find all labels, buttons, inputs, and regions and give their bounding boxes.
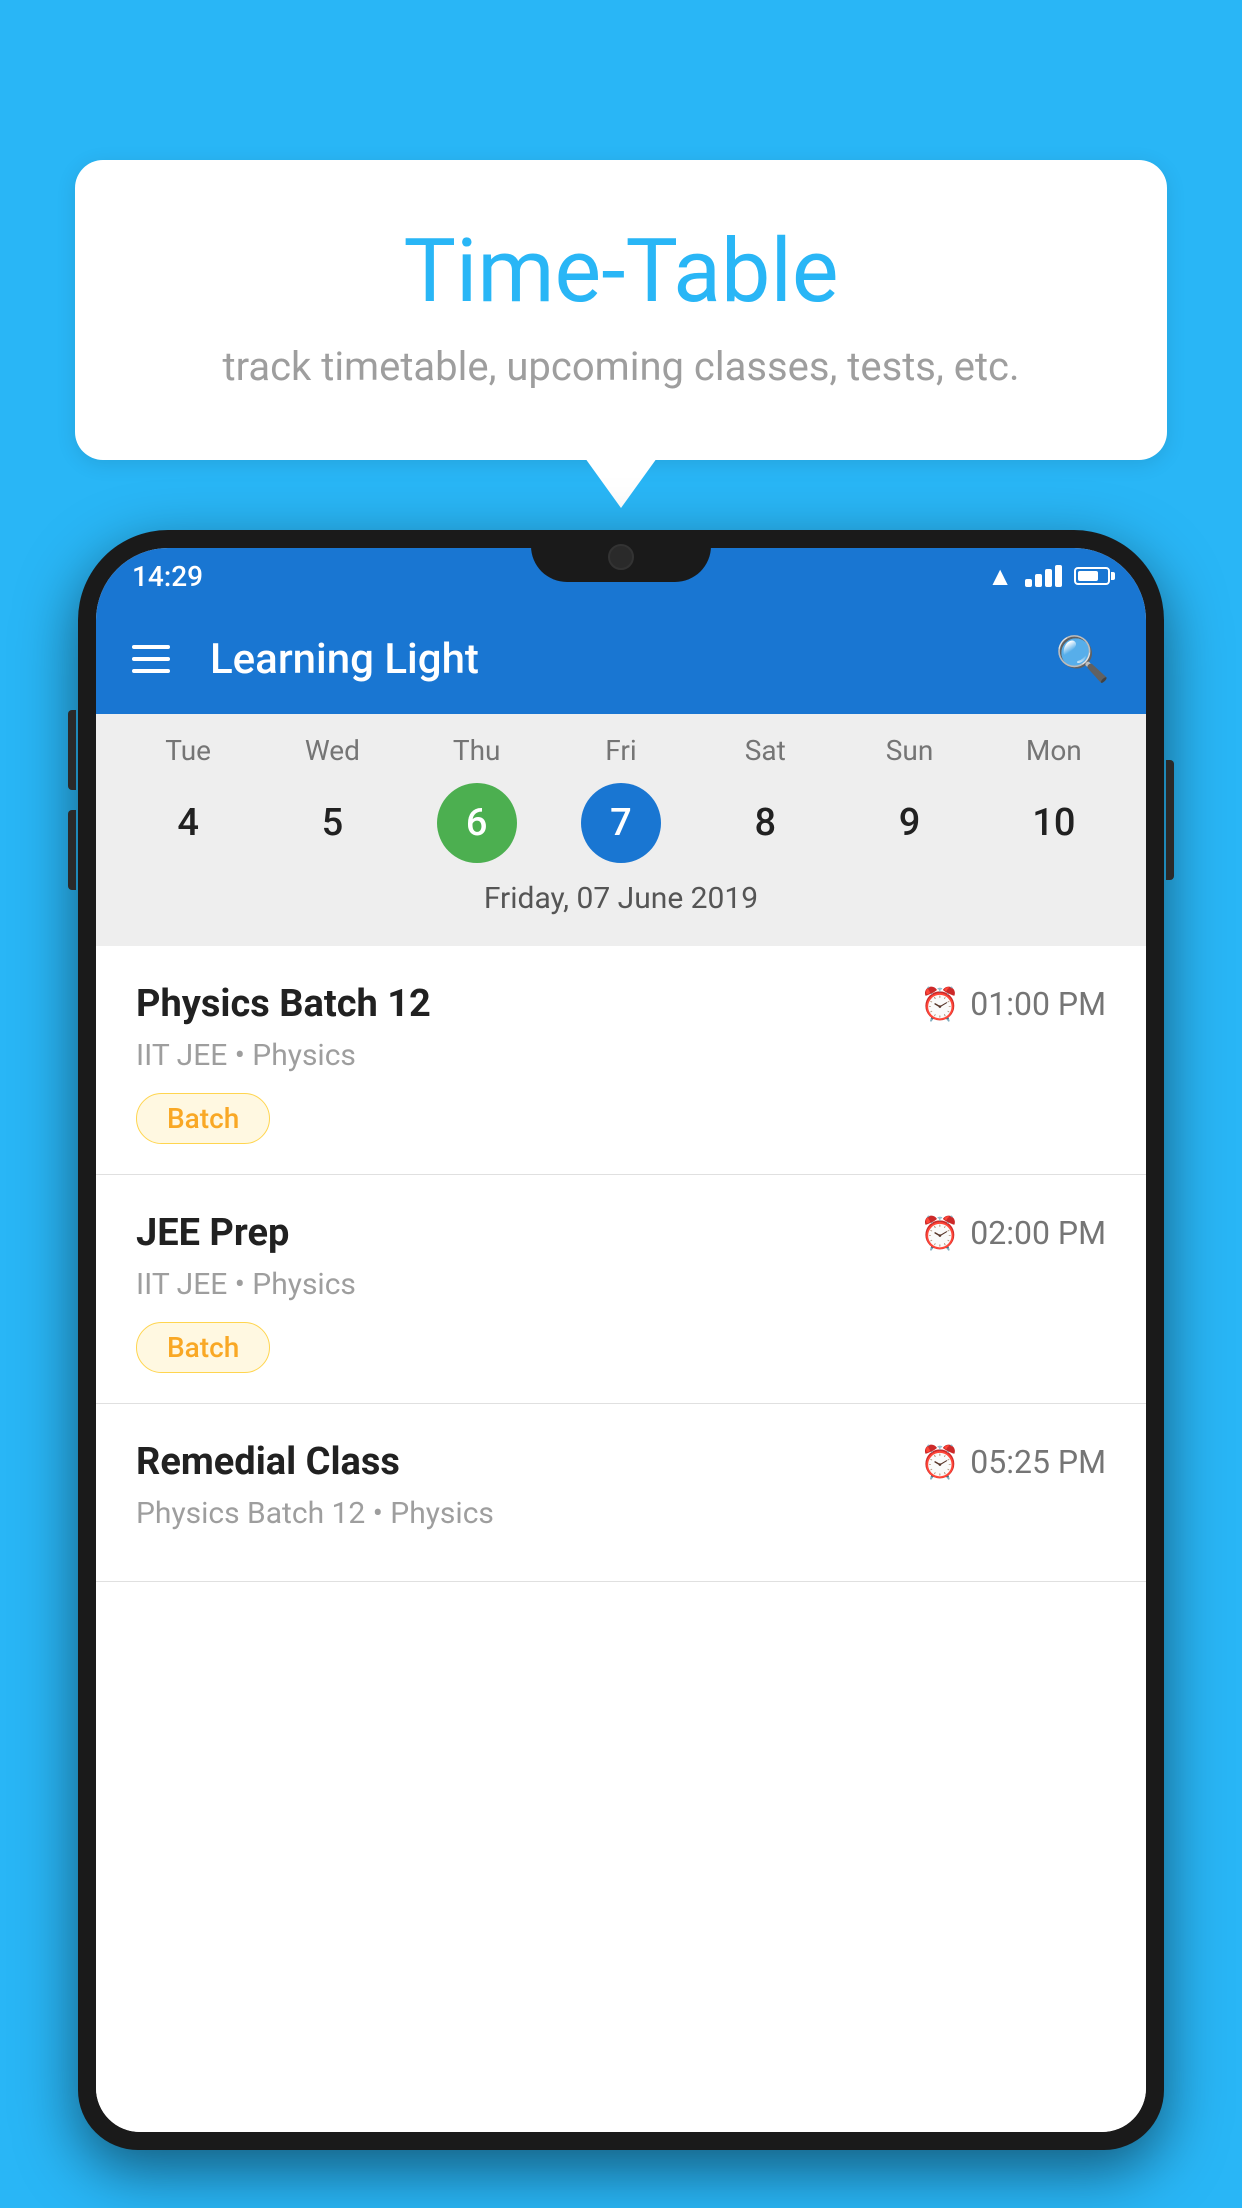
clock-icon-2: ⏰	[920, 1214, 960, 1252]
day-sun: Sun	[860, 734, 960, 767]
calendar-strip: Tue Wed Thu Fri Sat Sun Mon 4 5 6 7	[96, 714, 1146, 946]
time-value-1: 01:00 PM	[970, 985, 1106, 1023]
schedule-item-2[interactable]: JEE Prep ⏰ 02:00 PM IIT JEE • Physics Ba…	[96, 1175, 1146, 1404]
date-9[interactable]: 9	[870, 783, 950, 863]
wifi-icon: ▲	[987, 561, 1013, 592]
schedule-list: Physics Batch 12 ⏰ 01:00 PM IIT JEE • Ph…	[96, 946, 1146, 2132]
clock-icon-3: ⏰	[920, 1443, 960, 1481]
date-6-today[interactable]: 6	[437, 783, 517, 863]
phone-screen: 14:29 ▲	[96, 548, 1146, 2132]
date-8[interactable]: 8	[725, 783, 805, 863]
calendar-dates-row: 4 5 6 7 8 9 10	[96, 783, 1146, 863]
calendar-days-row: Tue Wed Thu Fri Sat Sun Mon	[96, 734, 1146, 767]
schedule-title-1: Physics Batch 12	[136, 982, 431, 1026]
date-7-selected[interactable]: 7	[581, 783, 661, 863]
bubble-title: Time-Table	[155, 220, 1087, 323]
time-value-2: 02:00 PM	[970, 1214, 1106, 1252]
schedule-subtitle-1: IIT JEE • Physics	[136, 1038, 1106, 1073]
phone-notch	[531, 530, 711, 582]
schedule-item-header-1: Physics Batch 12 ⏰ 01:00 PM	[136, 982, 1106, 1026]
hamburger-line-2	[132, 657, 170, 661]
status-icons: ▲	[987, 561, 1110, 592]
schedule-item-3[interactable]: Remedial Class ⏰ 05:25 PM Physics Batch …	[96, 1404, 1146, 1582]
day-fri: Fri	[571, 734, 671, 767]
phone-camera	[608, 544, 634, 570]
screen-content: Tue Wed Thu Fri Sat Sun Mon 4 5 6 7	[96, 714, 1146, 2132]
hamburger-line-1	[132, 645, 170, 649]
day-mon: Mon	[1004, 734, 1104, 767]
schedule-title-2: JEE Prep	[136, 1211, 289, 1255]
day-sat: Sat	[715, 734, 815, 767]
selected-date-label: Friday, 07 June 2019	[96, 863, 1146, 926]
time-value-3: 05:25 PM	[970, 1443, 1106, 1481]
schedule-subtitle-2: IIT JEE • Physics	[136, 1267, 1106, 1302]
schedule-subtitle-3: Physics Batch 12 • Physics	[136, 1496, 1106, 1531]
phone-outer: 14:29 ▲	[78, 530, 1164, 2150]
status-time: 14:29	[132, 560, 203, 593]
schedule-time-2: ⏰ 02:00 PM	[920, 1214, 1106, 1252]
schedule-time-3: ⏰ 05:25 PM	[920, 1443, 1106, 1481]
date-5[interactable]: 5	[292, 783, 372, 863]
day-tue: Tue	[138, 734, 238, 767]
search-icon[interactable]: 🔍	[1055, 633, 1110, 685]
day-wed: Wed	[282, 734, 382, 767]
phone-power	[1166, 760, 1174, 880]
phone-volume-up	[68, 710, 76, 790]
batch-badge-1: Batch	[136, 1093, 270, 1144]
hamburger-line-3	[132, 669, 170, 673]
phone-wrapper: 14:29 ▲	[78, 530, 1164, 2208]
hamburger-icon[interactable]	[132, 645, 170, 673]
schedule-time-1: ⏰ 01:00 PM	[920, 985, 1106, 1023]
batch-badge-2: Batch	[136, 1322, 270, 1373]
battery-icon	[1074, 567, 1110, 585]
date-4[interactable]: 4	[148, 783, 228, 863]
schedule-item-header-2: JEE Prep ⏰ 02:00 PM	[136, 1211, 1106, 1255]
speech-bubble: Time-Table track timetable, upcoming cla…	[75, 160, 1167, 460]
battery-fill	[1078, 571, 1098, 581]
speech-bubble-area: Time-Table track timetable, upcoming cla…	[75, 160, 1167, 460]
schedule-item-1[interactable]: Physics Batch 12 ⏰ 01:00 PM IIT JEE • Ph…	[96, 946, 1146, 1175]
date-10[interactable]: 10	[1014, 783, 1094, 863]
day-thu: Thu	[427, 734, 527, 767]
app-bar: Learning Light 🔍	[96, 604, 1146, 714]
bubble-subtitle: track timetable, upcoming classes, tests…	[155, 343, 1087, 390]
schedule-title-3: Remedial Class	[136, 1440, 400, 1484]
schedule-item-header-3: Remedial Class ⏰ 05:25 PM	[136, 1440, 1106, 1484]
app-title: Learning Light	[210, 635, 1055, 684]
clock-icon-1: ⏰	[920, 985, 960, 1023]
signal-bars	[1025, 565, 1062, 587]
phone-volume-down	[68, 810, 76, 890]
